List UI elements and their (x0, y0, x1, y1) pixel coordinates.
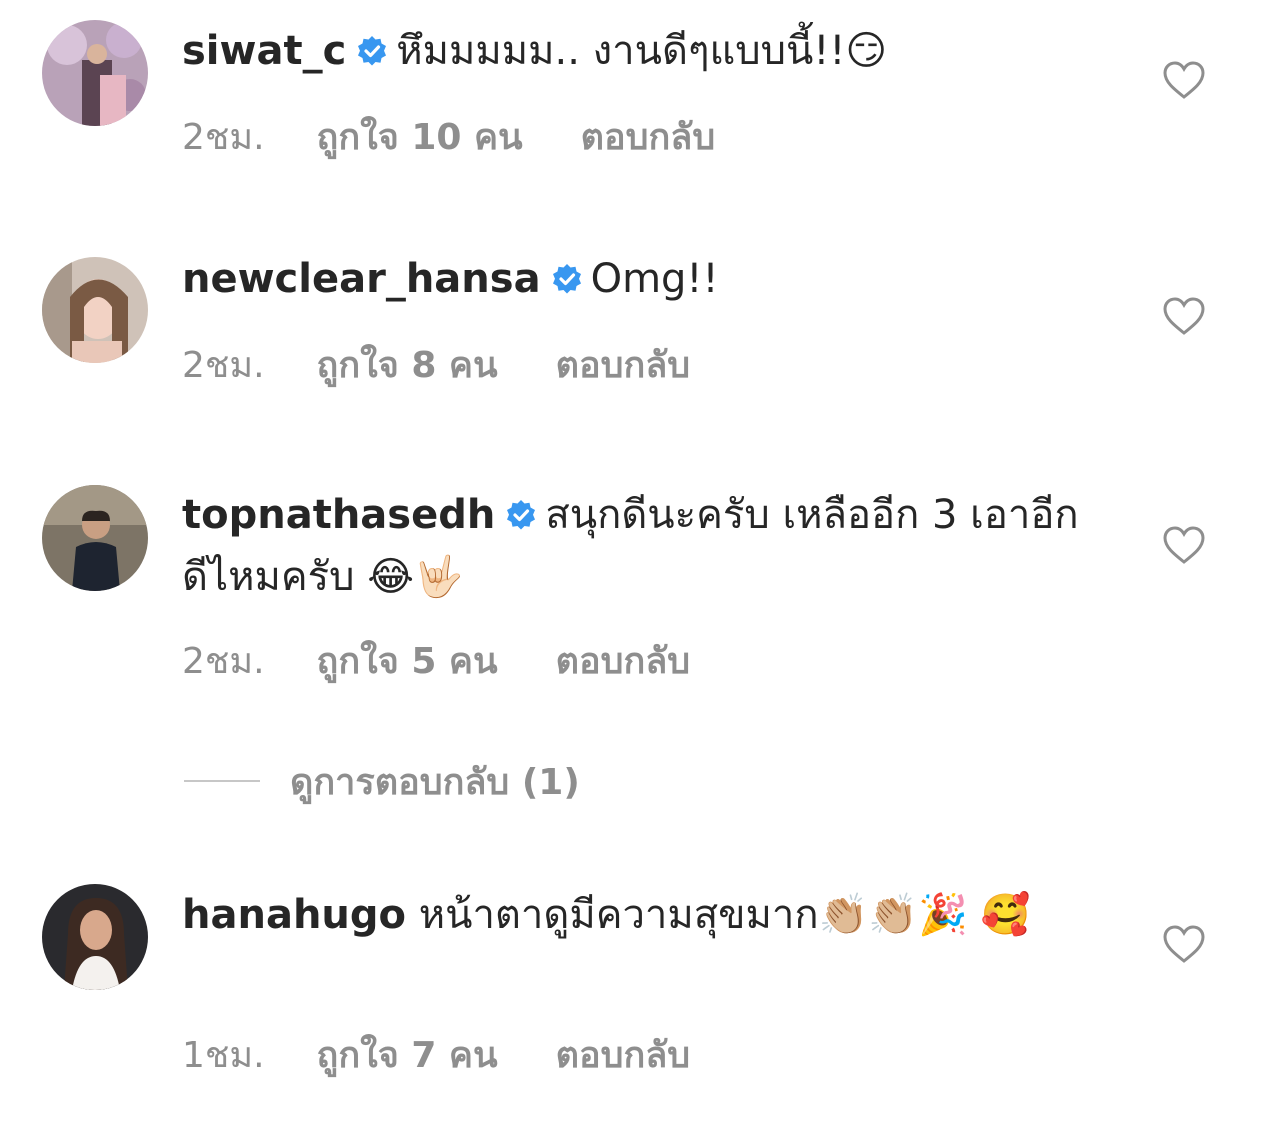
avatar[interactable] (42, 257, 148, 363)
heart-outline-icon[interactable] (1162, 924, 1206, 964)
avatar[interactable] (42, 485, 148, 591)
reply-button[interactable]: ตอบกลับ (581, 117, 716, 158)
view-replies-button[interactable]: ดูการตอบกลับ (1) (184, 756, 580, 806)
comment-text-block: siwat_c หึมมมมม.. งานดีๆแบบนี้!!😏 (182, 20, 1102, 82)
comment-meta: 2ชม. ถูกใจ 5 คน ตอบกลับ (182, 632, 690, 689)
reply-button[interactable]: ตอบกลับ (556, 641, 691, 682)
comment-likes[interactable]: ถูกใจ 10 คน (317, 117, 523, 158)
comment-emoji: 😂🤟🏻 (367, 554, 464, 600)
comment-likes[interactable]: ถูกใจ 7 คน (317, 1035, 498, 1076)
comment-text: Omg!! (590, 256, 719, 302)
heart-outline-icon[interactable] (1162, 296, 1206, 336)
comment-text-block: topnathasedh สนุกดีนะครับ เหลืออีก 3 เอาอ… (182, 484, 1102, 608)
comment-text: หึมมมมม.. งานดีๆแบบนี้!! (396, 28, 846, 74)
comment-time: 2ชม. (182, 117, 265, 158)
comment-meta: 1ชม. ถูกใจ 7 คน ตอบกลับ (182, 1026, 690, 1083)
comment-time: 2ชม. (182, 641, 265, 682)
comment-username[interactable]: newclear_hansa (182, 256, 541, 302)
comment-emoji: 😏 (845, 28, 888, 74)
avatar[interactable] (42, 884, 148, 990)
comment-text-block: hanahugo หน้าตาดูมีความสุขมาก👏🏼👏🏼🎉 🥰 (182, 884, 1102, 946)
reply-button[interactable]: ตอบกลับ (556, 1035, 691, 1076)
comment-text-block: newclear_hansa Omg!! (182, 248, 1102, 310)
heart-outline-icon[interactable] (1162, 60, 1206, 100)
comment-likes[interactable]: ถูกใจ 8 คน (317, 345, 498, 386)
verified-badge-icon (356, 35, 388, 67)
avatar[interactable] (42, 20, 148, 126)
comment-emoji: 👏🏼👏🏼🎉 🥰 (818, 892, 1031, 938)
comment-time: 2ชม. (182, 345, 265, 386)
view-replies-label: ดูการตอบกลับ (1) (290, 761, 580, 803)
comment-likes[interactable]: ถูกใจ 5 คน (317, 641, 498, 682)
comment-username[interactable]: hanahugo (182, 892, 406, 938)
comment-meta: 2ชม. ถูกใจ 10 คน ตอบกลับ (182, 108, 715, 165)
heart-outline-icon[interactable] (1162, 525, 1206, 565)
comment-time: 1ชม. (182, 1035, 265, 1076)
comment-text: หน้าตาดูมีความสุขมาก (418, 892, 819, 938)
comment-username[interactable]: topnathasedh (182, 492, 495, 538)
comment-username[interactable]: siwat_c (182, 28, 346, 74)
reply-button[interactable]: ตอบกลับ (556, 345, 691, 386)
verified-badge-icon (551, 263, 583, 295)
verified-badge-icon (505, 499, 537, 531)
comment-meta: 2ชม. ถูกใจ 8 คน ตอบกลับ (182, 336, 690, 393)
view-replies-divider (184, 780, 260, 782)
